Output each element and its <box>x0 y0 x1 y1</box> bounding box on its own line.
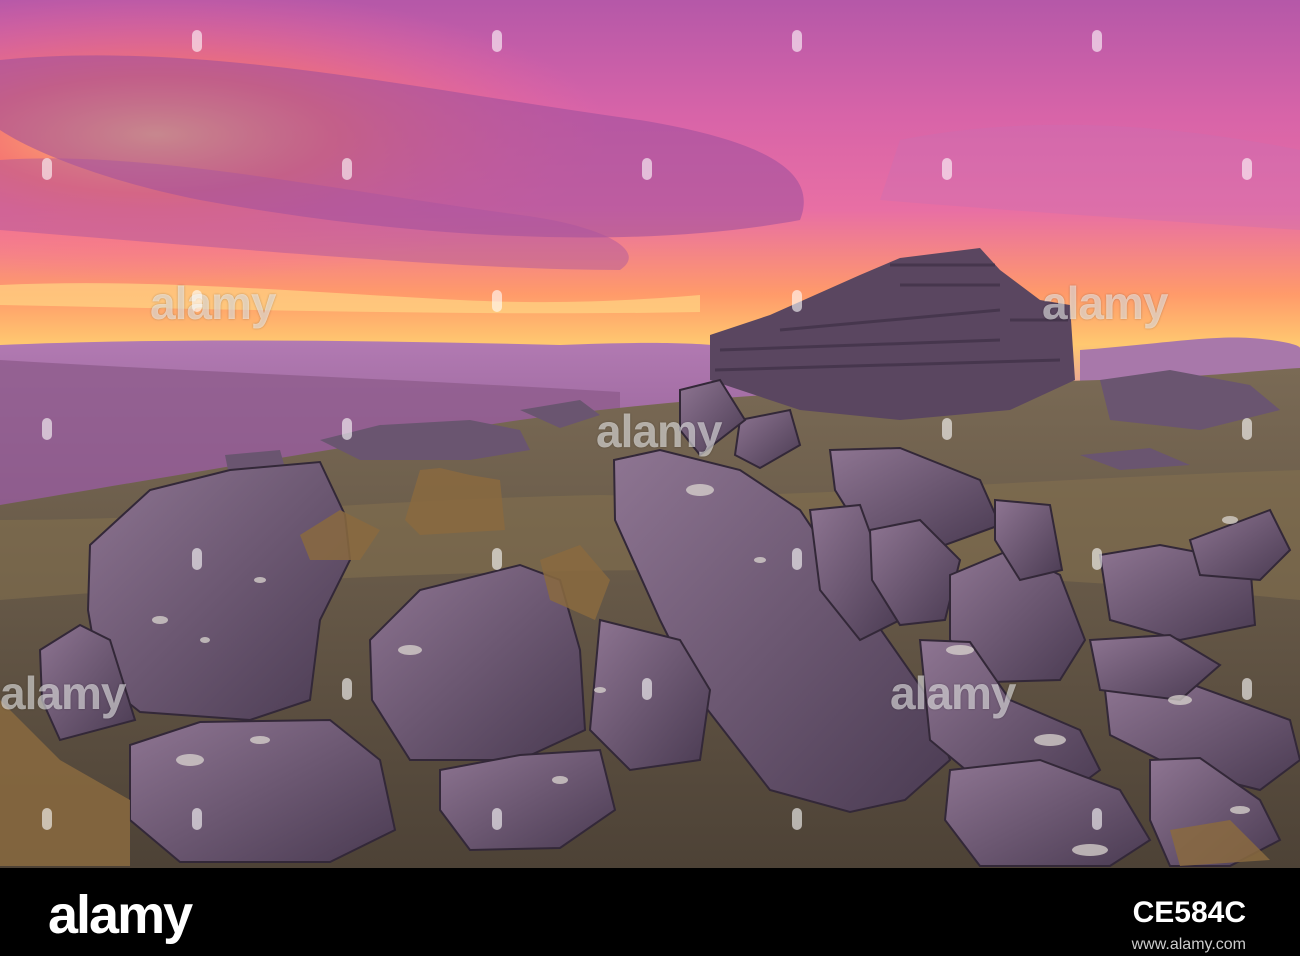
watermark-mark <box>792 290 802 312</box>
watermark-mark <box>1242 678 1252 700</box>
watermark-mark <box>1092 548 1102 570</box>
watermark-mark <box>192 290 202 312</box>
watermark-mark <box>342 418 352 440</box>
watermark-mark <box>342 678 352 700</box>
watermark-mark <box>492 290 502 312</box>
watermark-text: alamy <box>150 277 276 329</box>
watermark-mark <box>492 808 502 830</box>
watermark-text: alamy <box>596 405 722 457</box>
watermark-mark <box>492 30 502 52</box>
watermark-mark <box>792 30 802 52</box>
watermark-mark <box>42 418 52 440</box>
watermark-mark <box>942 158 952 180</box>
site-url: www.alamy.com <box>1131 936 1246 953</box>
watermark-mark <box>42 808 52 830</box>
watermark-text: alamy <box>1042 277 1168 329</box>
watermark-mark <box>192 808 202 830</box>
watermark-mark <box>642 158 652 180</box>
watermark-mark <box>1242 158 1252 180</box>
watermark-mark <box>192 30 202 52</box>
watermark-mark <box>792 548 802 570</box>
watermark-mark <box>1092 808 1102 830</box>
footer-bar: alamy CE584C www.alamy.com <box>0 868 1300 956</box>
watermark-text: alamy <box>890 667 1016 719</box>
watermark-mark <box>1242 418 1252 440</box>
watermark-mark <box>942 418 952 440</box>
watermark-mark <box>492 548 502 570</box>
watermark-mark <box>192 548 202 570</box>
footer-logo: alamy <box>48 885 193 945</box>
watermark-text: alamy <box>0 667 126 719</box>
image-id: CE584C <box>1132 896 1246 929</box>
watermark-mark <box>792 808 802 830</box>
watermark-mark <box>642 678 652 700</box>
watermark-mark <box>42 158 52 180</box>
watermark-mark <box>1092 30 1102 52</box>
watermark-mark <box>342 158 352 180</box>
